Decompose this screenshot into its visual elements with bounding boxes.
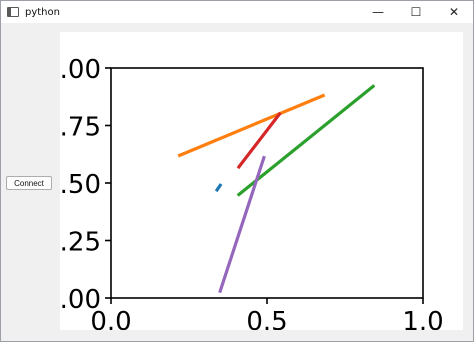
series-line-2 (177, 93, 326, 158)
connect-button[interactable]: Connect (6, 176, 52, 190)
axes-frame (110, 67, 424, 299)
y-tick-label: 1.00 (60, 55, 101, 85)
close-button[interactable]: ✕ (435, 1, 473, 23)
line-chart: 0.000.250.500.751.000.00.51.0 (60, 55, 444, 330)
title-bar: python — ☐ ✕ (1, 1, 473, 23)
plot-canvas: 0.000.250.500.751.000.00.51.0 (60, 32, 463, 330)
y-tick-label: 0.50 (60, 170, 101, 200)
series-layer (177, 84, 376, 294)
app-icon (7, 7, 19, 17)
window-title: python (25, 6, 60, 18)
series-line-1 (214, 183, 223, 193)
window-controls: — ☐ ✕ (359, 1, 473, 23)
y-tick-label: 0.25 (60, 228, 101, 258)
y-tick-label: 0.75 (60, 113, 101, 143)
x-tick-label: 0.5 (246, 307, 287, 330)
x-tick-label: 0.0 (90, 307, 131, 330)
maximize-button[interactable]: ☐ (397, 1, 435, 23)
series-line-5 (218, 155, 266, 294)
x-tick-label: 1.0 (402, 307, 443, 330)
minimize-button[interactable]: — (359, 1, 397, 23)
sidebar: Connect (1, 23, 61, 341)
